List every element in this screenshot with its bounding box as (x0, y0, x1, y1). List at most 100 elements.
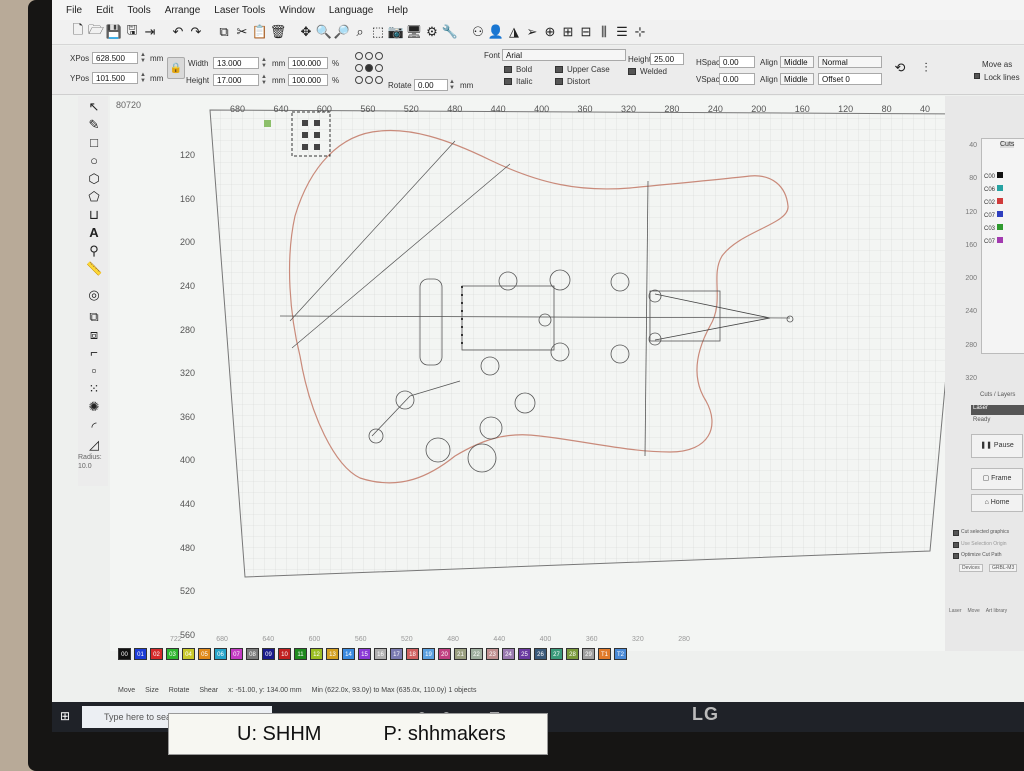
palette-swatch[interactable]: T1 (598, 648, 611, 660)
palette-swatch[interactable]: T2 (614, 648, 627, 660)
ypos-input[interactable]: 101.500 (92, 72, 138, 84)
select-arrow-icon[interactable]: ↖ (86, 100, 102, 114)
bottom-tab-laser[interactable]: Laser (949, 608, 962, 614)
frame-button[interactable]: ▢ Frame (971, 468, 1023, 490)
boolean-union-icon[interactable]: ⧉ (86, 310, 102, 324)
cut-icon[interactable]: ✂ (234, 24, 250, 40)
import-icon[interactable]: ⇥ (142, 24, 158, 40)
palette-swatch[interactable]: 09 (262, 648, 275, 660)
optimize-path-checkbox[interactable] (953, 553, 959, 559)
radius-value[interactable]: 10.0 (78, 463, 92, 470)
lock-lines-checkbox[interactable] (974, 73, 980, 79)
width-percent-input[interactable]: 100.000 (288, 57, 328, 69)
pentagon-icon[interactable]: ⬠ (86, 190, 102, 204)
origin-tl-radio[interactable] (355, 52, 363, 60)
palette-swatch[interactable]: 24 (502, 648, 515, 660)
windows-start-icon[interactable]: ⊞ (60, 710, 72, 722)
redo-icon[interactable]: ↷ (188, 24, 204, 40)
welded-checkbox[interactable] (628, 68, 636, 75)
open-folder-icon[interactable]: 🗁 (88, 22, 104, 40)
selection-handle[interactable] (302, 144, 308, 150)
circular-array-icon[interactable]: ✺ (86, 400, 102, 414)
palette-swatch[interactable]: 13 (326, 648, 339, 660)
cuts-tab[interactable]: Cuts (1000, 141, 1015, 148)
palette-swatch[interactable]: 27 (550, 648, 563, 660)
group-icon[interactable]: ⚇ (470, 24, 486, 40)
boolean-intersect-icon[interactable]: ⌐ (86, 346, 102, 360)
target-icon[interactable]: ⊕ (542, 24, 558, 40)
tools-icon[interactable]: 🔧 (442, 24, 458, 40)
menu-help[interactable]: Help (387, 5, 408, 16)
height-spinner[interactable]: ▲ ▼ (260, 74, 268, 86)
paste-icon[interactable]: 📋 (252, 24, 268, 40)
devices-button[interactable]: Devices (959, 564, 983, 572)
align-center-icon[interactable]: ⊟ (578, 24, 594, 40)
boolean-subtract-icon[interactable]: ⧈ (86, 328, 102, 342)
corner-chamfer-icon[interactable]: ◿ (86, 438, 102, 452)
palette-swatch[interactable]: 07 (230, 648, 243, 660)
design-canvas[interactable]: 80720 680 640 600 560 520 480 440 400 36… (110, 96, 945, 651)
zoom-out-icon[interactable]: 🔎 (334, 24, 350, 40)
layer-row[interactable]: C02 (984, 197, 1003, 210)
menu-edit[interactable]: Edit (96, 5, 113, 16)
distribute-icon[interactable]: ⫼ (596, 24, 612, 40)
origin-bc-radio[interactable] (365, 76, 373, 84)
rotary-icon[interactable]: ⟲ (892, 60, 908, 76)
selection-handle[interactable] (302, 120, 308, 126)
measure-icon[interactable]: 📏 (86, 262, 102, 276)
palette-swatch[interactable]: 10 (278, 648, 291, 660)
vspace-input[interactable]: 0.00 (719, 73, 755, 85)
pen-icon[interactable]: ✎ (86, 118, 102, 132)
width-input[interactable]: 13.000 (213, 57, 259, 69)
palette-swatch[interactable]: 08 (246, 648, 259, 660)
distort-checkbox[interactable] (555, 78, 563, 85)
menu-file[interactable]: File (66, 5, 82, 16)
palette-swatch[interactable]: 03 (166, 648, 179, 660)
status-shear[interactable]: Shear (199, 687, 218, 694)
path-icon[interactable]: ⫶ (918, 60, 934, 76)
palette-swatch[interactable]: 11 (294, 648, 307, 660)
monitor-icon[interactable]: 🖥 (406, 24, 423, 40)
palette-swatch[interactable]: 21 (454, 648, 467, 660)
palette-swatch[interactable]: 14 (342, 648, 355, 660)
offset-input[interactable]: Offset 0 (818, 73, 882, 85)
palette-swatch[interactable]: 26 (534, 648, 547, 660)
palette-swatch[interactable]: 28 (566, 648, 579, 660)
palette-swatch[interactable]: 22 (470, 648, 483, 660)
layer-row[interactable]: C07 (984, 210, 1003, 223)
origin-bl-radio[interactable] (355, 76, 363, 84)
bottom-tab-art-library[interactable]: Art library (986, 608, 1007, 614)
selection-handle[interactable] (314, 120, 320, 126)
origin-mr-radio[interactable] (375, 64, 383, 72)
palette-swatch[interactable]: 18 (406, 648, 419, 660)
delete-icon[interactable]: 🗑 (270, 24, 287, 40)
corner-round-icon[interactable]: ◜ (86, 420, 102, 434)
new-file-icon[interactable]: 🗋 (70, 22, 86, 40)
save-icon[interactable]: 💾 (106, 24, 122, 40)
device-select[interactable]: GRBL-M3 (989, 564, 1018, 572)
distribute-v-icon[interactable]: ☰ (614, 24, 630, 40)
palette-swatch[interactable]: 04 (182, 648, 195, 660)
polygon-icon[interactable]: ⬡ (86, 172, 102, 186)
palette-swatch[interactable]: 19 (422, 648, 435, 660)
location-pin-icon[interactable]: ⚲ (86, 244, 102, 258)
align-x-select[interactable]: Middle (780, 56, 814, 68)
origin-tc-radio[interactable] (365, 52, 373, 60)
xpos-spinner[interactable]: ▲ ▼ (139, 52, 147, 64)
status-size[interactable]: Size (145, 687, 159, 694)
width-spinner[interactable]: ▲ ▼ (260, 57, 268, 69)
palette-swatch[interactable]: 16 (374, 648, 387, 660)
status-move[interactable]: Move (118, 687, 135, 694)
font-select[interactable]: Arial (502, 49, 626, 61)
menu-arrange[interactable]: Arrange (165, 5, 201, 16)
flip-icon[interactable]: ◮ (506, 24, 522, 40)
zoom-in-icon[interactable]: 🔍 (316, 24, 332, 40)
pause-button[interactable]: ❚❚ Pause (971, 434, 1023, 458)
pan-icon[interactable]: ✥ (298, 24, 314, 40)
palette-swatch[interactable]: 06 (214, 648, 227, 660)
send-icon[interactable]: ➢ (524, 24, 540, 40)
user-icon[interactable]: 👤 (488, 24, 504, 40)
palette-swatch[interactable]: 17 (390, 648, 403, 660)
zoom-selection-icon[interactable]: ⬚ (370, 24, 386, 40)
origin-br-radio[interactable] (375, 76, 383, 84)
